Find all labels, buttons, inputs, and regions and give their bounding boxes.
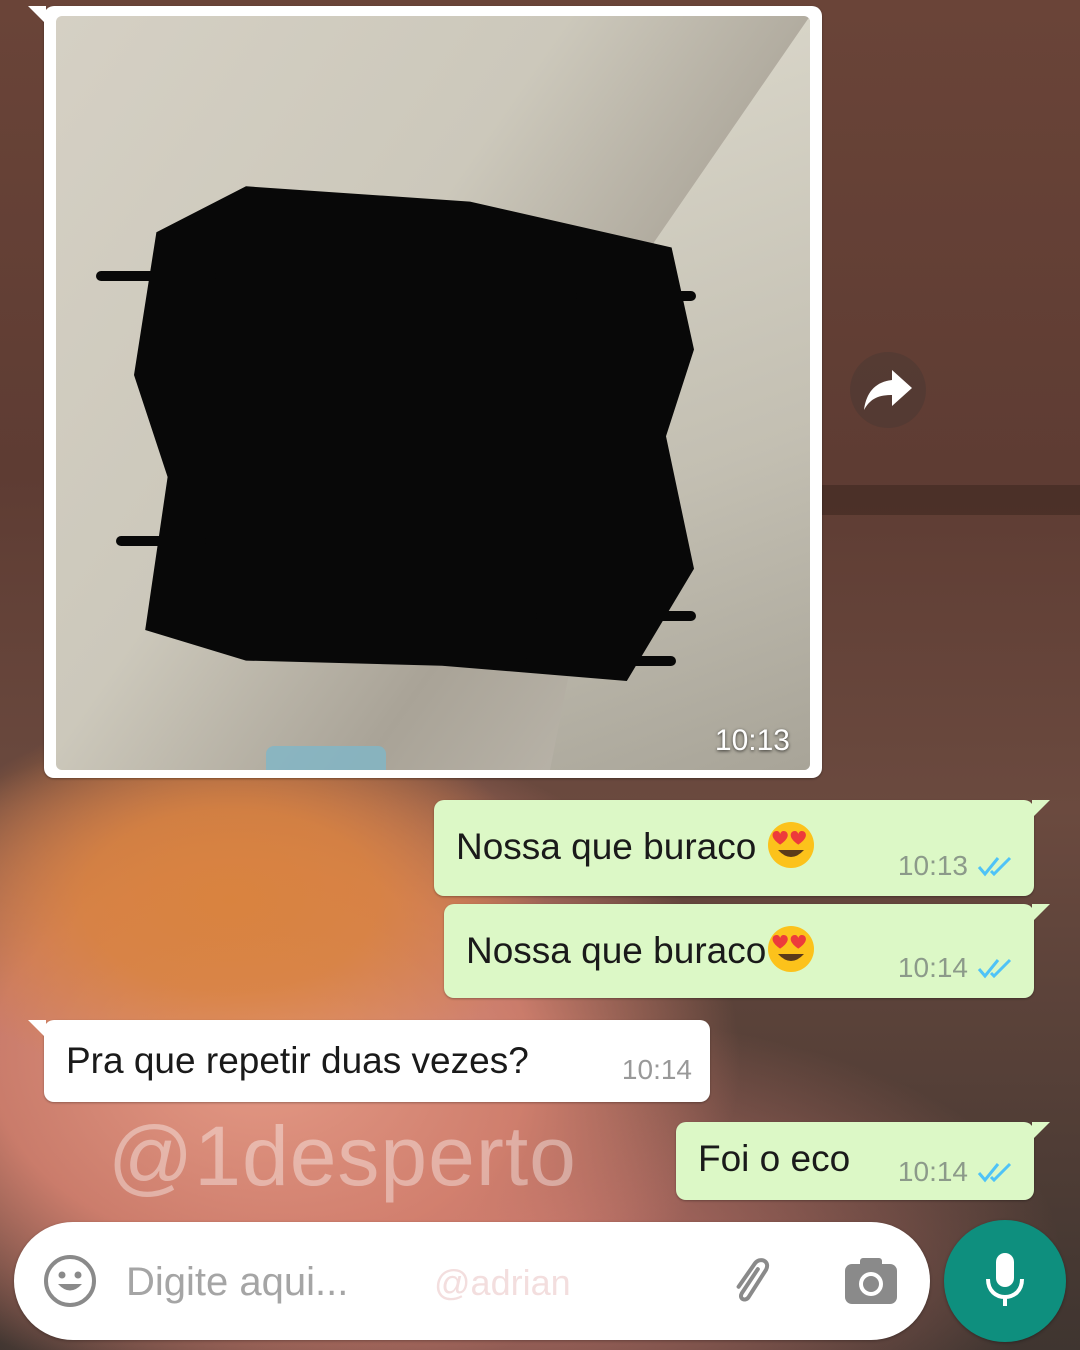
input-watermark: @adrian [434, 1262, 571, 1303]
message-time: 10:14 [897, 1156, 968, 1187]
message-text: Pra que repetir duas vezes? [66, 1040, 529, 1081]
image-message[interactable]: 10:13 [28, 6, 822, 778]
image-timestamp: 10:13 [714, 724, 790, 757]
censor-stroke [526, 656, 676, 666]
camera-icon[interactable] [842, 1254, 900, 1308]
heart-eyes-emoji-icon [768, 822, 815, 869]
message-bubble-outgoing[interactable]: Foi o eco 10:14 [676, 1122, 1050, 1200]
smiley-icon[interactable] [42, 1253, 98, 1309]
message-input[interactable]: Digite aqui... [126, 1260, 348, 1305]
double-check-icon [977, 856, 1012, 877]
message-text: Foi o eco [698, 1138, 851, 1179]
censor-stroke [536, 611, 696, 621]
censor-stroke [96, 271, 216, 281]
forward-button[interactable] [850, 352, 926, 428]
message-photo[interactable]: 10:13 [56, 16, 810, 770]
message-text: Nossa que buraco [466, 926, 816, 974]
censor-stroke [576, 291, 696, 301]
message-time: 10:14 [621, 1054, 692, 1085]
message-meta: 10:13 [898, 850, 1016, 882]
message-bubble-outgoing[interactable]: Nossa que buraco 10:14 [444, 904, 1050, 998]
double-check-icon [977, 1162, 1012, 1183]
paperclip-icon[interactable] [724, 1254, 784, 1310]
message-text: Nossa que buraco [456, 822, 816, 870]
censor-stroke [116, 536, 206, 546]
message-time: 10:13 [897, 850, 968, 881]
double-check-icon [977, 958, 1012, 979]
wallpaper-detail [820, 485, 1080, 515]
censor-scribble [134, 186, 694, 681]
microphone-icon [986, 1253, 1024, 1306]
message-bubble-incoming[interactable]: Pra que repetir duas vezes? 10:14 [28, 1020, 710, 1102]
message-input-bar[interactable]: Digite aqui... @adrian [14, 1222, 930, 1340]
message-bubble-outgoing[interactable]: Nossa que buraco 10:13 [434, 800, 1050, 896]
photo-detail [266, 746, 386, 770]
message-meta: 10:14 [898, 1156, 1016, 1188]
message-time: 10:14 [897, 952, 968, 983]
forward-arrow-icon [864, 370, 912, 410]
watermark: @1desperto [108, 1109, 577, 1203]
message-meta: 10:14 [898, 952, 1016, 984]
heart-eyes-emoji-icon [768, 926, 815, 973]
message-meta: 10:14 [622, 1054, 692, 1086]
voice-record-button[interactable] [944, 1220, 1066, 1342]
